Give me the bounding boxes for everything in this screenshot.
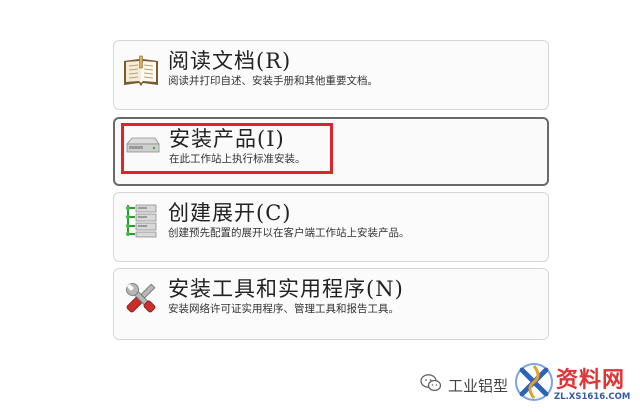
menu-item-create-deployment[interactable]: 创建展开(C) 创建预先配置的展开以在客户端工作站上安装产品。 <box>113 192 549 262</box>
menu-item-install-products[interactable]: 安装产品(I) 在此工作站上执行标准安装。 <box>113 117 549 186</box>
item-title: 安装产品(I) <box>169 127 285 151</box>
item-title: 安装工具和实用程序(N) <box>168 277 404 301</box>
item-description: 创建预先配置的展开以在客户端工作站上安装产品。 <box>168 227 410 239</box>
site-logo: 资料网 ZL.XS1616.COM <box>510 356 638 412</box>
menu-item-read-documents[interactable]: 阅读文档(R) 阅读并打印自述、安装手册和其他重要文档。 <box>113 40 549 110</box>
item-description: 在此工作站上执行标准安装。 <box>169 153 306 165</box>
book-icon <box>122 53 160 91</box>
drive-icon <box>123 128 161 166</box>
logo-url: ZL.XS1616.COM <box>554 392 631 402</box>
watermark-text: 工业铝型 <box>448 376 509 395</box>
wechat-icon <box>420 373 442 397</box>
item-description: 安装网络许可证实用程序、管理工具和报告工具。 <box>168 303 399 315</box>
item-title: 创建展开(C) <box>168 201 292 225</box>
menu-item-install-tools[interactable]: 安装工具和实用程序(N) 安装网络许可证实用程序、管理工具和报告工具。 <box>113 268 549 340</box>
watermark: 工业铝型 <box>420 370 508 400</box>
network-deploy-icon <box>122 201 160 239</box>
logo-text: 资料网 <box>556 368 626 393</box>
tools-icon <box>122 279 160 317</box>
item-title: 阅读文档(R) <box>168 49 292 73</box>
item-description: 阅读并打印自述、安装手册和其他重要文档。 <box>168 75 378 87</box>
logo-emblem-icon <box>512 360 556 408</box>
